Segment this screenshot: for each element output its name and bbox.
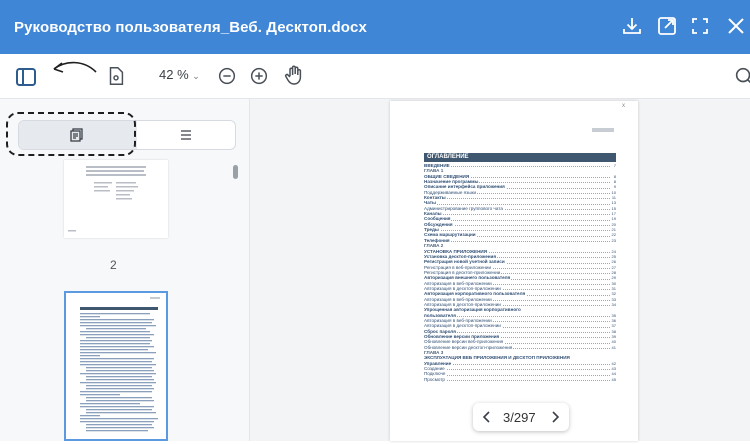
toc-entry-text: Сброс пароля: [424, 328, 457, 334]
toc-entry-text: УСТАНОВКА ПРИЛОЖЕНИЯ: [424, 248, 489, 254]
toc-entry-text: ГЛАВА 2: [424, 243, 445, 249]
zoom-in-icon[interactable]: [248, 65, 270, 87]
toc-entry-text: Авторизация в веб-приложении: [424, 296, 493, 302]
toc-entry-text: Каналы: [424, 211, 443, 217]
sidebar-toggle-icon[interactable]: [14, 65, 38, 89]
toc-entry-text: Администрирование группового чата: [424, 205, 504, 211]
toc-leader-dots: [424, 214, 610, 216]
toc-entry-text: Авторизация внешнего пользователя: [424, 275, 512, 281]
toc-entry-text: Описание интерфейса приложения: [424, 184, 506, 190]
toc-title: ОГЛАВЛЕНИЕ: [424, 153, 616, 162]
zoom-select[interactable]: 42 % ⌄: [159, 67, 200, 82]
chevron-down-icon: ⌄: [192, 71, 200, 81]
toc-leader-dots: [424, 380, 610, 382]
table-of-contents: ВВЕДЕНИЕ 7 ГЛАВА 1 ОБЩИЕ СВЕДЕНИЯ 8 Назначени…: [424, 163, 616, 383]
toc-entry[interactable]: Просмотр 45: [424, 376, 616, 383]
total-pages: 297: [513, 410, 536, 425]
toc-entry-text: Телефония: [424, 237, 451, 243]
document-title: Руководство пользователя_Веб. Десктоп.do…: [14, 19, 367, 36]
toc-entry-text: Управление: [424, 360, 453, 366]
toc-entry-text: Авторизация в десктоп-приложении: [424, 301, 502, 307]
toc-entry-text: Обновление версии веб-приложения: [424, 339, 505, 345]
toc-entry-text: Обновление версии десктоп-приложения: [424, 344, 514, 350]
toc-entry-text: Создание: [424, 366, 446, 372]
toc-entry-text: Контакты: [424, 195, 447, 201]
page-thumbnail-3-selected[interactable]: [64, 291, 168, 441]
page-indicator: 3/297: [503, 410, 536, 425]
zoom-out-icon[interactable]: [216, 65, 238, 87]
toc-entry-text: Авторизация корпоративного пользователя: [424, 291, 527, 297]
toc-entry-text: Поддерживаемые языки: [424, 189, 478, 195]
annotation-arrow-icon: [53, 61, 97, 73]
toc-entry-text: Обновление версии приложения: [424, 334, 501, 339]
toc-entry-text: Чаты: [424, 200, 437, 206]
close-icon[interactable]: [724, 14, 748, 38]
page-header-bar: [592, 128, 614, 132]
toc-entry-text: Авторизация в десктоп-приложении: [424, 285, 502, 291]
toc-entry-text: Установка десктоп-приложения: [424, 253, 498, 259]
toc-entry-text: Просмотр: [424, 376, 446, 382]
annotation-highlight: [6, 112, 136, 156]
outline-list-icon: [181, 130, 191, 140]
search-icon[interactable]: [733, 65, 750, 87]
toc-leader-dots: [424, 166, 610, 168]
toc-leader-dots: [424, 230, 610, 232]
toc-entry-text: Назначение программы: [424, 179, 480, 185]
toc-entry-text: Сообщения: [424, 216, 452, 222]
toc-entry-text: Обсуждения: [424, 221, 454, 227]
toc-entry-text: ГЛАВА 1: [424, 168, 445, 174]
toc-entry-text: Авторизация в веб-приложении: [424, 280, 493, 286]
prev-page-icon[interactable]: [479, 408, 495, 426]
zoom-value: 42 %: [159, 67, 189, 82]
toc-entry-text: Треды: [424, 227, 440, 233]
page-thumbnail-2[interactable]: [64, 160, 168, 238]
toc-entry-page: 45: [611, 376, 616, 383]
page-header-mark: x: [622, 103, 625, 109]
toc-entry-text: ОБЩИЕ СВЕДЕНИЯ: [424, 173, 471, 179]
toc-entry-text: пользователя: [424, 312, 457, 318]
thumbnail-page-number: 2: [110, 258, 117, 272]
outline-tab[interactable]: [137, 121, 235, 149]
toc-entry-text: ГЛАВА 3: [424, 350, 445, 356]
title-bar: Руководство пользователя_Веб. Десктоп.do…: [0, 0, 750, 54]
toc-leader-dots: [424, 369, 610, 371]
page-navigator: 3/297: [473, 403, 569, 431]
toc-entry-text: Регистрация в десктоп-приложении: [424, 269, 502, 275]
toc-entry-text: Авторизация в десктоп-приложении: [424, 323, 502, 329]
toc-entry-text: ЭКСПЛУАТАЦИЯ ВЕБ ПРИЛОЖЕНИЯ И ДЕСКТОП ПР…: [424, 355, 571, 361]
toc-entry-text: ВВЕДЕНИЕ: [424, 163, 451, 168]
toc-leader-dots: [424, 198, 610, 200]
page-settings-icon[interactable]: [105, 65, 127, 87]
toc-entry-text: Регистрация в веб-приложении: [424, 264, 493, 270]
toc-leader-dots: [424, 374, 610, 376]
fullscreen-icon[interactable]: [688, 14, 712, 38]
toc-entry-text: Подключе: [424, 371, 447, 377]
toc-leader-dots: [424, 219, 610, 221]
toc-entry-text: Упрощенная авторизация корпоративного: [424, 307, 522, 313]
hand-tool-icon[interactable]: [282, 63, 306, 87]
toc-leader-dots: [424, 203, 610, 205]
sidebar-scrollbar[interactable]: [233, 165, 238, 179]
download-icon[interactable]: [620, 14, 644, 38]
thumbnail-preview: [68, 166, 146, 232]
toc-entry-text: Регистрация новой учетной записи: [424, 259, 506, 265]
toc-entry-text: Схема маршрутизации: [424, 232, 477, 238]
thumbnail-preview: [80, 297, 160, 432]
toc-entry-text: Авторизация в веб-приложении: [424, 317, 493, 323]
toc-leader-dots: [424, 241, 610, 243]
next-page-icon[interactable]: [547, 408, 563, 426]
open-external-icon[interactable]: [655, 14, 679, 38]
